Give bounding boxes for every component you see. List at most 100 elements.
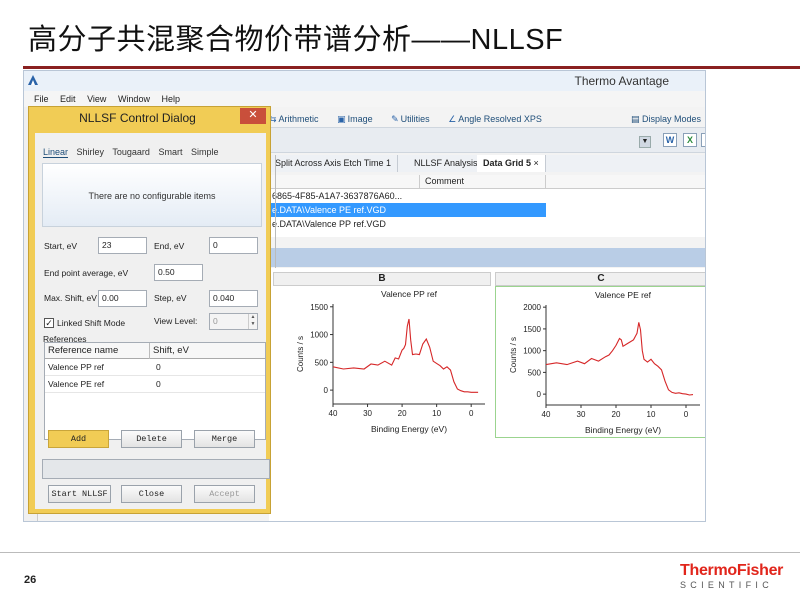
max-shift-field[interactable]: 0.00 [98, 290, 147, 307]
dialog-body: Linear Shirley Tougaard Smart Simple The… [35, 133, 270, 509]
config-panel: There are no configurable items [42, 163, 262, 227]
end-ev-field[interactable]: 0 [209, 237, 258, 254]
table-row-selected[interactable]: e.DATA\Valence PE ref.VGD [269, 203, 546, 217]
x-tick-label: 40 [329, 409, 338, 418]
endpoint-average-label: End point average, eV [44, 268, 129, 278]
ribbon-image[interactable]: ▣ Image [337, 114, 381, 124]
y-tick-label: 2000 [523, 303, 541, 312]
menu-edit[interactable]: Edit [60, 94, 76, 104]
tab-split-across-axis[interactable]: Split Across Axis Etch Time 1 [269, 155, 399, 172]
y-tick-label: 0 [537, 390, 542, 399]
add-button[interactable]: Add [48, 430, 109, 448]
tab-tougaard[interactable]: Tougaard [112, 147, 150, 157]
toolbar-secondary: ▼ W X ▯ [269, 127, 705, 153]
y-axis-label: Counts / s [509, 337, 518, 373]
display-modes-button[interactable]: ▤ Display Modes [631, 111, 701, 127]
start-label: Start, eV [44, 241, 78, 251]
x-tick-label: 0 [469, 409, 474, 418]
delete-button[interactable]: Delete [121, 430, 182, 448]
x-tick-label: 10 [432, 409, 441, 418]
series-line [332, 318, 479, 393]
excel-export-icon[interactable]: X [683, 133, 697, 147]
table-row[interactable]: Valence PE ref 0 [45, 376, 265, 393]
column-header-b[interactable]: B [273, 272, 491, 286]
background-method-tabs: Linear Shirley Tougaard Smart Simple [43, 147, 269, 163]
chevron-down-icon[interactable]: ▼ [639, 136, 651, 148]
linked-shift-checkbox[interactable]: ✓ [44, 318, 54, 328]
y-tick-label: 1500 [310, 303, 328, 312]
chart-valence-pp: Valence PP ref 0 500 1000 1500 40 30 20 10 0 Bindi… [296, 289, 485, 434]
logo-wordmark: ThermoFisher [680, 562, 784, 579]
clipboard-icon[interactable]: ▯ [701, 133, 705, 147]
title-divider [23, 66, 800, 69]
data-grid: Comment 6865-4F85-A1A7-3637876A60... e.D… [269, 175, 705, 237]
chart-title: Valence PE ref [595, 290, 652, 300]
start-nllsf-button[interactable]: Start NLLSF [48, 485, 111, 503]
tab-nllsf-analysis[interactable]: NLLSF Analysis [408, 155, 485, 172]
tab-shirley[interactable]: Shirley [77, 147, 105, 157]
app-titlebar: Thermo Avantage [24, 71, 705, 91]
plot-cell-b[interactable]: Valence PP ref 0 500 1000 1500 40 30 20 10 0 Bindi… [273, 286, 491, 438]
plot-grid: B C Valence PP ref 0 500 1000 1500 40 30 20 10 0 B… [269, 268, 705, 521]
ribbon-utilities[interactable]: ✎ Utilities [391, 114, 438, 124]
y-tick-label: 0 [324, 386, 329, 395]
ribbon-arithmetic[interactable]: ⇆ Arithmetic [269, 114, 327, 124]
endpoint-average-field[interactable]: 0.50 [154, 264, 203, 281]
x-axis-label: Binding Energy (eV) [371, 424, 447, 434]
plot-cell-c[interactable]: Valence PE ref 0 500 1000 1500 2000 40 30 20 10 0 B… [495, 286, 705, 438]
y-tick-label: 500 [315, 358, 329, 367]
linked-shift-label: Linked Shift Mode [57, 318, 126, 328]
image-icon: ▣ [337, 114, 346, 124]
y-tick-label: 1000 [310, 331, 328, 340]
y-axis-label: Counts / s [296, 336, 305, 372]
thermo-fisher-logo: ThermoFisher SCIENTIFIC [680, 563, 792, 591]
word-export-icon[interactable]: W [663, 133, 677, 147]
table-row[interactable]: e.DATA\Valence PP ref.VGD [269, 217, 705, 231]
menu-window[interactable]: Window [118, 94, 150, 104]
dialog-title: NLLSF Control Dialog [79, 111, 196, 125]
view-level-stepper[interactable]: 0 ▲ ▼ [209, 313, 258, 330]
angle-resolved-icon: ∠ [448, 114, 457, 124]
menu-file[interactable]: File [34, 94, 49, 104]
references-header: Reference name Shift, eV [45, 343, 265, 359]
close-button[interactable]: Close [121, 485, 182, 503]
document-tabs: Split Across Axis Etch Time 1 NLLSF Anal… [269, 155, 705, 172]
tab-data-grid[interactable]: Data Grid 5 × [477, 155, 546, 172]
start-ev-field[interactable]: 23 [98, 237, 147, 254]
close-icon[interactable]: ✕ [240, 108, 266, 124]
series-line [545, 322, 694, 396]
x-tick-label: 30 [363, 409, 372, 418]
x-tick-label: 10 [647, 410, 656, 419]
end-label: End, eV [154, 241, 185, 251]
menu-help[interactable]: Help [161, 94, 180, 104]
menu-view[interactable]: View [87, 94, 106, 104]
step-label: Step, eV [154, 293, 187, 303]
tab-simple[interactable]: Simple [191, 147, 219, 157]
slide-title: 高分子共混聚合物价带谱分析——NLLSF [28, 24, 564, 56]
column-header-c[interactable]: C [495, 272, 705, 286]
col-shift: Shift, eV [153, 345, 189, 356]
display-modes-icon: ▤ [630, 114, 642, 124]
app-title: Thermo Avantage [574, 74, 669, 88]
tab-linear[interactable]: Linear [43, 147, 69, 158]
logo-subtitle: SCIENTIFIC [680, 580, 774, 590]
spinner-arrows-icon[interactable]: ▲ ▼ [248, 314, 257, 329]
grid-header-comment: Comment [425, 176, 465, 186]
app-icon [28, 75, 38, 85]
table-row[interactable]: Valence PP ref 0 [45, 359, 265, 376]
x-tick-label: 20 [612, 410, 621, 419]
status-field [42, 459, 270, 479]
y-tick-label: 1000 [523, 347, 541, 356]
tab-close-icon[interactable]: × [534, 158, 539, 168]
tab-smart[interactable]: Smart [158, 147, 182, 157]
x-axis-label: Binding Energy (eV) [585, 425, 661, 435]
x-tick-label: 40 [542, 410, 551, 419]
accept-button[interactable]: Accept [194, 485, 255, 503]
merge-button[interactable]: Merge [194, 430, 255, 448]
step-field[interactable]: 0.040 [209, 290, 258, 307]
footer-divider [0, 552, 800, 553]
table-row[interactable]: 6865-4F85-A1A7-3637876A60... [269, 189, 705, 203]
ribbon-angle-resolved[interactable]: ∠ Angle Resolved XPS [448, 114, 550, 124]
x-tick-label: 0 [684, 410, 689, 419]
nllsf-control-dialog: NLLSF Control Dialog ✕ Linear Shirley To… [28, 106, 271, 514]
